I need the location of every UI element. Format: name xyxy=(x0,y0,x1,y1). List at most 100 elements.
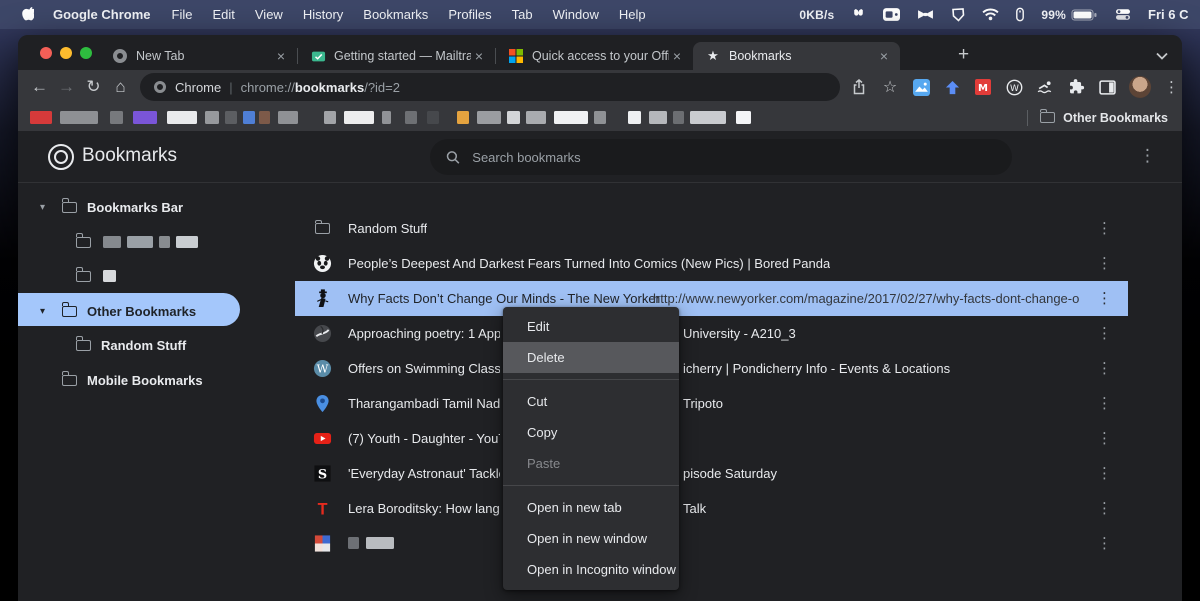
menubar-item-tab[interactable]: Tab xyxy=(502,7,543,22)
mailtrack-extension-icon[interactable]: M xyxy=(974,78,992,96)
row-menu-icon[interactable]: ⋮ xyxy=(1097,491,1112,526)
redacted-bookmark-item[interactable] xyxy=(457,111,469,124)
search-input[interactable] xyxy=(472,150,996,165)
tab-close-icon[interactable]: × xyxy=(273,48,289,64)
redacted-bookmark-item[interactable] xyxy=(507,111,520,124)
sidebar-item-mobile-bookmarks[interactable]: Mobile Bookmarks xyxy=(18,363,203,397)
row-menu-icon[interactable]: ⋮ xyxy=(1097,211,1112,246)
control-center-icon[interactable] xyxy=(1115,8,1131,21)
redacted-bookmark-item[interactable] xyxy=(736,111,751,124)
bookmark-row[interactable]: Approaching poetry: 1 ApproaUniversity -… xyxy=(295,316,1128,351)
home-button[interactable]: ⌂ xyxy=(107,77,134,97)
sidebar-item-bookmarks-bar[interactable]: ▾Bookmarks Bar xyxy=(18,190,183,224)
reload-button[interactable]: ↻ xyxy=(80,77,107,97)
tab-search-chevron-icon[interactable] xyxy=(1156,47,1168,65)
redacted-bookmark-item[interactable] xyxy=(690,111,726,124)
redacted-bookmark-item[interactable] xyxy=(594,111,606,124)
close-window-button[interactable] xyxy=(40,47,52,59)
row-menu-icon[interactable]: ⋮ xyxy=(1097,526,1112,561)
menubar-item-view[interactable]: View xyxy=(245,7,293,22)
redacted-bookmark-item[interactable] xyxy=(259,111,270,124)
back-button[interactable]: ← xyxy=(26,77,53,97)
row-menu-icon[interactable]: ⋮ xyxy=(1097,316,1112,351)
redacted-bookmark-item[interactable] xyxy=(225,111,237,124)
redacted-bookmark-item[interactable] xyxy=(133,111,157,124)
row-menu-icon[interactable]: ⋮ xyxy=(1097,421,1112,456)
menu-item-paste[interactable]: Paste xyxy=(503,448,679,479)
menu-item-open-in-new-tab[interactable]: Open in new tab xyxy=(503,492,679,523)
bookmark-row[interactable]: Why Facts Don’t Change Our Minds - The N… xyxy=(295,281,1128,316)
bookmark-star-icon[interactable]: ☆ xyxy=(881,78,899,96)
menu-item-copy[interactable]: Copy xyxy=(503,417,679,448)
redacted-bookmark-item[interactable] xyxy=(382,111,391,124)
bookmark-row[interactable]: People’s Deepest And Darkest Fears Turne… xyxy=(295,246,1128,281)
expand-arrow-icon[interactable]: ▾ xyxy=(40,306,45,317)
bookmark-row[interactable]: S'Everyday Astronaut' Tacklespisode Satu… xyxy=(295,456,1128,491)
bookmark-row[interactable]: TLera Boroditsky: How languagTalk⋮ xyxy=(295,491,1128,526)
row-menu-icon[interactable]: ⋮ xyxy=(1097,351,1112,386)
bookmark-row[interactable]: (7) Youth - Daughter - YouTub⋮ xyxy=(295,421,1128,456)
menubar-item-file[interactable]: File xyxy=(162,7,203,22)
redacted-bookmark-item[interactable] xyxy=(110,111,123,124)
row-menu-icon[interactable]: ⋮ xyxy=(1097,281,1112,316)
sidebar-item-redacted[interactable] xyxy=(18,225,198,259)
share-icon[interactable] xyxy=(850,78,868,96)
menu-item-open-in-incognito-window[interactable]: Open in Incognito window xyxy=(503,554,679,585)
minimize-window-button[interactable] xyxy=(60,47,72,59)
redacted-bookmark-item[interactable] xyxy=(324,111,336,124)
wayback-extension-icon[interactable]: W xyxy=(1005,78,1023,96)
side-panel-icon[interactable] xyxy=(1098,78,1116,96)
row-menu-icon[interactable]: ⋮ xyxy=(1097,246,1112,281)
redacted-bookmark-item[interactable] xyxy=(649,111,667,124)
mouse-icon[interactable] xyxy=(1016,7,1024,22)
sidebar-item-redacted[interactable] xyxy=(18,259,116,293)
tab-close-icon[interactable]: × xyxy=(669,48,685,64)
bowtie-icon[interactable] xyxy=(917,9,934,20)
swimmer-extension-icon[interactable] xyxy=(1036,78,1054,96)
redacted-bookmark-item[interactable] xyxy=(30,111,52,124)
redacted-bookmark-item[interactable] xyxy=(344,111,374,124)
sidebar-item-random-stuff[interactable]: Random Stuff xyxy=(18,328,186,362)
redacted-bookmark-item[interactable] xyxy=(427,111,439,124)
extensions-puzzle-icon[interactable] xyxy=(1067,78,1085,96)
zoom-window-button[interactable] xyxy=(80,47,92,59)
arrow-extension-icon[interactable] xyxy=(943,78,961,96)
pentagon-app-icon[interactable] xyxy=(951,8,965,22)
redacted-bookmark-item[interactable] xyxy=(205,111,219,124)
tab-quick-access-to-your-office-fi[interactable]: Quick access to your Office fi× xyxy=(496,42,693,70)
page-menu-icon[interactable]: ⋮ xyxy=(1139,146,1156,166)
search-field[interactable] xyxy=(430,139,1012,175)
redacted-bookmark-item[interactable] xyxy=(526,111,546,124)
other-bookmarks-button[interactable]: Other Bookmarks xyxy=(1027,110,1182,126)
menubar-item-google-chrome[interactable]: Google Chrome xyxy=(42,7,162,22)
bookmark-row[interactable]: Tharangambadi Tamil Nadu ItTripoto⋮ xyxy=(295,386,1128,421)
menu-item-cut[interactable]: Cut xyxy=(503,386,679,417)
redacted-bookmark-item[interactable] xyxy=(628,111,641,124)
menu-item-open-in-new-window[interactable]: Open in new window xyxy=(503,523,679,554)
address-bar[interactable]: Chrome | chrome://bookmarks/?id=2 xyxy=(140,73,840,101)
expand-arrow-icon[interactable]: ▾ xyxy=(40,202,45,213)
menubar-item-edit[interactable]: Edit xyxy=(202,7,244,22)
network-speed[interactable]: 0KB/s xyxy=(799,8,834,22)
chrome-menu-icon[interactable]: ⋮ xyxy=(1164,78,1179,96)
airpods-icon[interactable] xyxy=(851,8,866,21)
tab-getting-started-mailtrack[interactable]: Getting started — Mailtrack× xyxy=(298,42,495,70)
redacted-bookmark-item[interactable] xyxy=(167,111,197,124)
redacted-bookmark-item[interactable] xyxy=(60,111,98,124)
redacted-bookmark-item[interactable] xyxy=(673,111,684,124)
redacted-bookmark-item[interactable] xyxy=(554,111,588,124)
menubar-item-help[interactable]: Help xyxy=(609,7,656,22)
tab-close-icon[interactable]: × xyxy=(876,48,892,64)
apple-menu-icon[interactable] xyxy=(12,7,42,23)
redacted-bookmark-item[interactable] xyxy=(405,111,417,124)
screenshot-extension-icon[interactable] xyxy=(912,78,930,96)
menu-item-delete[interactable]: Delete xyxy=(503,342,679,373)
bookmark-row[interactable]: WOffers on Swimming Classesicherry | Pon… xyxy=(295,351,1128,386)
menubar-item-bookmarks[interactable]: Bookmarks xyxy=(353,7,438,22)
battery-indicator[interactable]: 99% xyxy=(1041,8,1098,22)
row-menu-icon[interactable]: ⋮ xyxy=(1097,386,1112,421)
tab-new-tab[interactable]: New Tab× xyxy=(100,42,297,70)
new-tab-button[interactable]: + xyxy=(958,45,969,64)
menubar-item-profiles[interactable]: Profiles xyxy=(438,7,501,22)
tab-bookmarks[interactable]: ★Bookmarks× xyxy=(693,42,900,70)
